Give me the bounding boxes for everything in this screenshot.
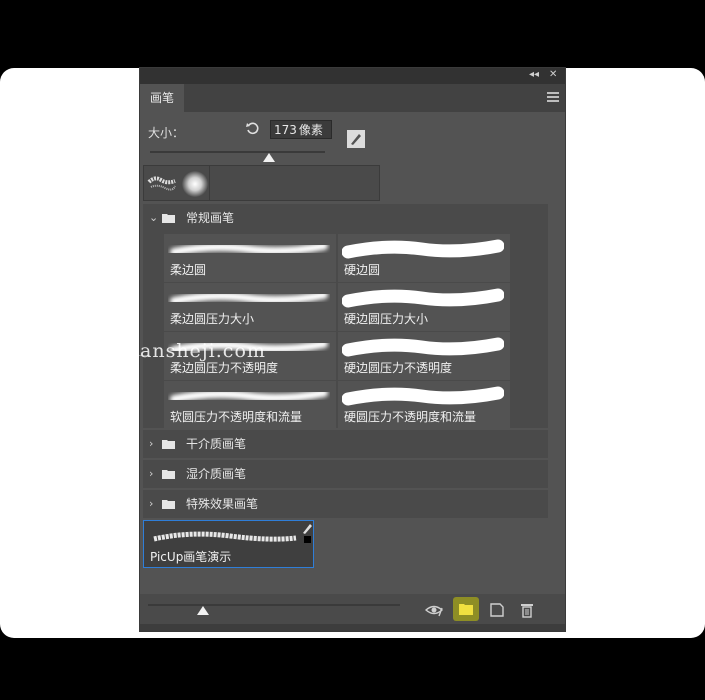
- brush-stroke-preview: [342, 337, 504, 357]
- brush-stroke-preview: [342, 239, 504, 259]
- brush-stroke-preview: [170, 291, 328, 305]
- brush-settings-icon[interactable]: [346, 129, 366, 149]
- folder-icon: [162, 470, 175, 479]
- collapse-icon[interactable]: ◂◂: [529, 69, 539, 80]
- custom-brush-picup[interactable]: PicUp画笔演示: [143, 520, 314, 568]
- custom-brush-stroke: [153, 531, 297, 542]
- group-general-brushes[interactable]: ⌄ 常规画笔: [143, 204, 548, 232]
- panel-menu-icon[interactable]: [547, 92, 559, 104]
- size-label: 大小：: [148, 126, 185, 140]
- size-value: 173: [274, 123, 297, 137]
- brush-label: 硬边圆: [344, 263, 381, 277]
- brush-label: 硬圆压力不透明度和流量: [344, 410, 477, 424]
- eye-icon[interactable]: [425, 602, 443, 618]
- brush-preset-hard[interactable]: 硬圆压力不透明度和流量: [338, 381, 510, 429]
- brush-label: 软圆压力不透明度和流量: [170, 410, 303, 424]
- brush-stroke-preview: [342, 288, 504, 308]
- brush-stroke-preview: [170, 242, 328, 256]
- brush-preset-hard[interactable]: 硬边圆: [338, 234, 510, 282]
- reset-icon[interactable]: [246, 121, 260, 135]
- brush-preset-hard[interactable]: 硬边圆压力不透明度: [338, 332, 510, 380]
- folder-icon: [459, 604, 473, 615]
- brush-preset-soft[interactable]: 柔边圆: [164, 234, 336, 282]
- brush-label: 硬边圆压力不透明度: [344, 361, 453, 375]
- group-dry-media-brushes[interactable]: › 干介质画笔: [143, 430, 548, 458]
- group-special-effects-brushes[interactable]: › 特殊效果画笔: [143, 490, 548, 518]
- brush-tool-icon: [303, 524, 312, 543]
- group-label: 特殊效果画笔: [186, 497, 259, 511]
- overlay-line: [0, 355, 150, 356]
- watermark: ansheji.com: [140, 340, 266, 362]
- preview-size-slider-track[interactable]: [148, 604, 400, 606]
- chevron-right-icon[interactable]: ›: [149, 490, 153, 518]
- close-icon[interactable]: ✕: [549, 69, 557, 80]
- panel-titlebar: ◂◂ ✕: [140, 68, 565, 84]
- size-slider-track[interactable]: [150, 151, 325, 153]
- brush-preset-hard[interactable]: 硬边圆压力大小: [338, 283, 510, 331]
- group-label: 湿介质画笔: [186, 467, 247, 481]
- brush-stroke-preview: [170, 389, 328, 403]
- brush-preset-soft[interactable]: 柔边圆压力大小: [164, 283, 336, 331]
- tab-bar: 画笔: [140, 84, 565, 112]
- group-label: 干介质画笔: [186, 437, 247, 451]
- panel-footer: [140, 624, 565, 631]
- recent-brush-soft-round[interactable]: [182, 171, 208, 197]
- brush-grid: 柔边圆 硬边圆 柔边圆压力大小 硬边圆压力大小 柔边圆压力不透明度 硬边圆压力不透明度 软圆…: [143, 232, 548, 429]
- recent-divider: [209, 166, 210, 200]
- chevron-down-icon[interactable]: ⌄: [149, 204, 158, 232]
- brush-label: 柔边圆: [170, 263, 207, 277]
- folder-icon: [162, 214, 175, 223]
- size-slider-thumb[interactable]: [263, 153, 275, 162]
- recent-brush-custom[interactable]: [147, 172, 177, 194]
- chevron-right-icon[interactable]: ›: [149, 460, 153, 488]
- brush-preset-soft[interactable]: 软圆压力不透明度和流量: [164, 381, 336, 429]
- brush-label: 硬边圆压力大小: [344, 312, 429, 326]
- size-unit: 像素: [298, 123, 323, 137]
- group-label: 常规画笔: [186, 211, 235, 225]
- tab-brushes[interactable]: 画笔: [140, 84, 184, 112]
- group-wet-media-brushes[interactable]: › 湿介质画笔: [143, 460, 548, 488]
- brush-label: 柔边圆压力大小: [170, 312, 255, 326]
- preview-size-slider-thumb[interactable]: [197, 606, 210, 615]
- folder-icon: [162, 440, 175, 449]
- new-brush-icon[interactable]: [488, 602, 506, 618]
- brush-label: PicUp画笔演示: [150, 550, 232, 564]
- folder-icon: [162, 500, 175, 509]
- brush-stroke-preview: [342, 386, 504, 406]
- new-group-button[interactable]: [453, 597, 479, 621]
- trash-icon[interactable]: [518, 602, 536, 618]
- bottom-toolbar: [140, 594, 565, 624]
- recent-brushes: [143, 165, 380, 201]
- size-input[interactable]: 173 像素: [270, 120, 332, 139]
- chevron-right-icon[interactable]: ›: [149, 430, 153, 458]
